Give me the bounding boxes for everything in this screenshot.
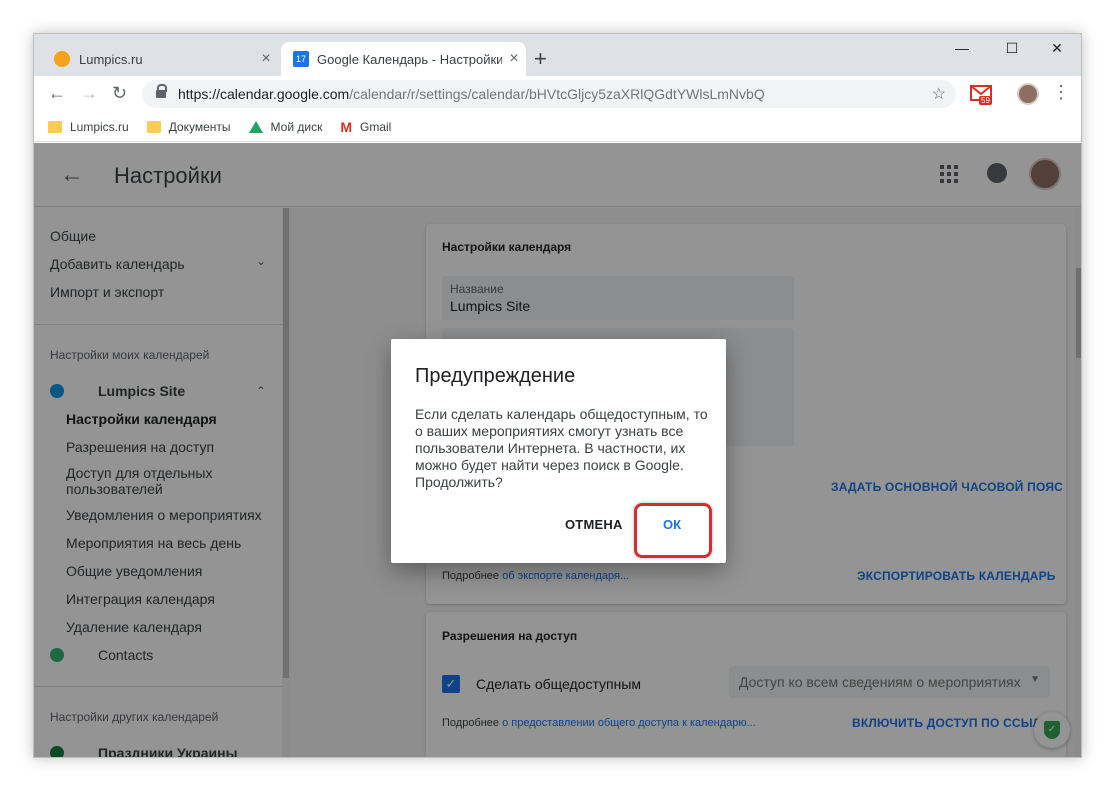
warning-dialog: Предупреждение Если сделать календарь об… xyxy=(391,339,726,563)
maximize-icon[interactable]: ☐ xyxy=(989,40,1035,57)
bookmarks-bar: Lumpics.ru Документы Мой диск M Gmail xyxy=(34,112,1081,142)
forward-icon[interactable]: → xyxy=(80,83,98,104)
browser-titlebar: Lumpics.ru × 17 Google Календарь - Настр… xyxy=(34,34,1081,76)
drive-icon xyxy=(248,120,263,133)
cancel-button[interactable]: ОТМЕНА xyxy=(565,517,623,532)
calendar-settings-page: ← Настройки Общие Добавить календарь ⌄ И… xyxy=(34,143,1081,757)
bookmark-lumpics[interactable]: Lumpics.ru xyxy=(48,120,129,134)
window-close-icon[interactable]: ✕ xyxy=(1034,40,1080,57)
bookmark-star-icon[interactable]: ☆ xyxy=(932,84,946,104)
calendar-favicon-icon: 17 xyxy=(293,51,309,67)
ok-button[interactable]: ОК xyxy=(663,517,681,532)
tab-google-calendar[interactable]: 17 Google Календарь - Настройки × xyxy=(281,42,526,76)
bookmark-my-drive[interactable]: Мой диск xyxy=(248,119,323,134)
new-tab-icon[interactable]: + xyxy=(534,46,547,72)
browser-menu-icon[interactable]: ⋮ xyxy=(1052,82,1070,103)
bookmark-label: Мой диск xyxy=(270,119,323,134)
profile-avatar[interactable] xyxy=(1017,83,1039,105)
tab-title: Lumpics.ru xyxy=(79,51,143,67)
bookmark-label: Gmail xyxy=(360,119,392,134)
reload-icon[interactable]: ↻ xyxy=(112,83,127,104)
browser-toolbar: ← → ↻ https://calendar.google.com /calen… xyxy=(34,76,1081,112)
url-host: https://calendar.google.com xyxy=(178,86,350,102)
bookmark-gmail[interactable]: M Gmail xyxy=(340,119,391,135)
dialog-message: Если сделать календарь общедоступным, то… xyxy=(415,406,708,490)
browser-window: Lumpics.ru × 17 Google Календарь - Настр… xyxy=(33,33,1082,758)
gmail-icon: M xyxy=(340,118,353,135)
address-bar[interactable]: https://calendar.google.com /calendar/r/… xyxy=(142,80,956,108)
dialog-title: Предупреждение xyxy=(415,365,576,387)
lumpics-favicon-icon xyxy=(54,51,70,67)
tab-close-icon[interactable]: × xyxy=(502,50,526,68)
minimize-icon[interactable]: — xyxy=(939,40,985,56)
bookmark-label: Документы xyxy=(168,119,231,134)
tab-lumpics[interactable]: Lumpics.ru × xyxy=(42,42,278,76)
tab-close-icon[interactable]: × xyxy=(254,50,278,68)
folder-icon xyxy=(146,120,161,133)
tab-title: Google Календарь - Настройки xyxy=(317,51,502,67)
gmail-unread-badge: 59 xyxy=(979,96,992,105)
folder-icon xyxy=(48,120,62,133)
lock-icon xyxy=(156,84,167,100)
back-icon[interactable]: ← xyxy=(48,83,66,104)
bookmark-label: Lumpics.ru xyxy=(70,119,129,134)
bookmark-documents[interactable]: Документы xyxy=(146,119,231,134)
url-path: /calendar/r/settings/calendar/bHVtcGljcy… xyxy=(349,86,765,102)
